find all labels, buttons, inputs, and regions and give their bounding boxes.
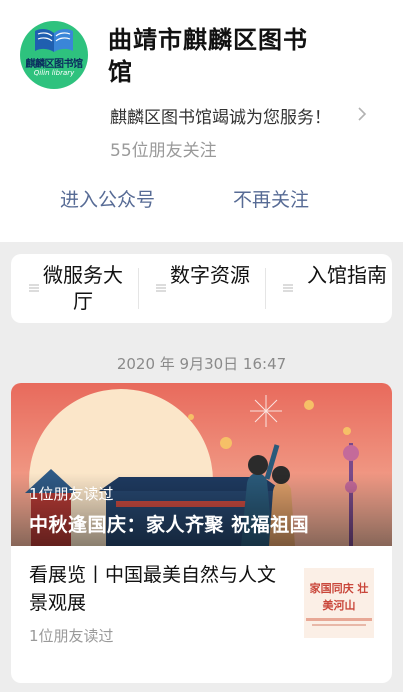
account-description[interactable]: 麒麟区图书馆竭诚为您服务！ xyxy=(110,103,331,128)
article-thumbnail[interactable]: 家国同庆 壮美河山 xyxy=(304,568,374,638)
avatar-text-cn: 麒麟区图书馆 xyxy=(25,59,84,70)
menu-item-visitor-guide[interactable]: 入馆指南 xyxy=(265,254,392,323)
account-avatar[interactable]: 麒麟区图书馆 Qilin library xyxy=(20,21,88,89)
thumbnail-decoration xyxy=(312,624,366,626)
menu-item-label: 微服务大厅 xyxy=(43,263,123,313)
thumbnail-decoration xyxy=(306,618,372,621)
article-cover[interactable]: 1位朋友读过 中秋逢国庆：家人齐聚 祝福祖国 xyxy=(11,383,392,546)
menu-lines-icon xyxy=(29,284,39,292)
follower-count: 55位朋友关注 xyxy=(110,141,217,161)
enter-account-button[interactable]: 进入公众号 xyxy=(60,185,155,212)
article-card: 1位朋友读过 中秋逢国庆：家人齐聚 祝福祖国 看展览丨中国最美自然与人文景观展 … xyxy=(11,383,392,683)
chevron-right-icon[interactable] xyxy=(356,106,368,122)
account-profile: 麒麟区图书馆 Qilin library 曲靖市麒麟区图书馆 麒麟区图书馆竭诚为… xyxy=(0,0,403,242)
account-name: 曲靖市麒麟区图书馆 xyxy=(108,26,308,86)
menu-lines-icon xyxy=(156,284,166,292)
menu-item-label: 数字资源 xyxy=(170,263,250,287)
thumbnail-text: 家国同庆 壮美河山 xyxy=(309,582,369,612)
menu-item-label: 入馆指南 xyxy=(307,263,387,287)
article-read-count: 1位朋友读过 xyxy=(29,485,114,503)
menu-item-digital-resources[interactable]: 数字资源 xyxy=(138,254,265,323)
message-timestamp: 2020 年 9月30日 16:47 xyxy=(116,355,287,373)
unfollow-button[interactable]: 不再关注 xyxy=(233,185,309,212)
article-read-count: 1位朋友读过 xyxy=(29,627,114,645)
menu-lines-icon xyxy=(283,284,293,292)
article-title[interactable]: 看展览丨中国最美自然与人文景观展 xyxy=(29,561,291,617)
menu-item-micro-service-hall[interactable]: 微服务大厅 xyxy=(11,254,138,323)
avatar-text-en: Qilin library xyxy=(33,69,75,77)
service-menu: 微服务大厅 数字资源 入馆指南 xyxy=(11,254,392,323)
open-book-icon xyxy=(35,28,73,52)
article-title: 中秋逢国庆：家人齐聚 祝福祖国 xyxy=(29,514,310,536)
